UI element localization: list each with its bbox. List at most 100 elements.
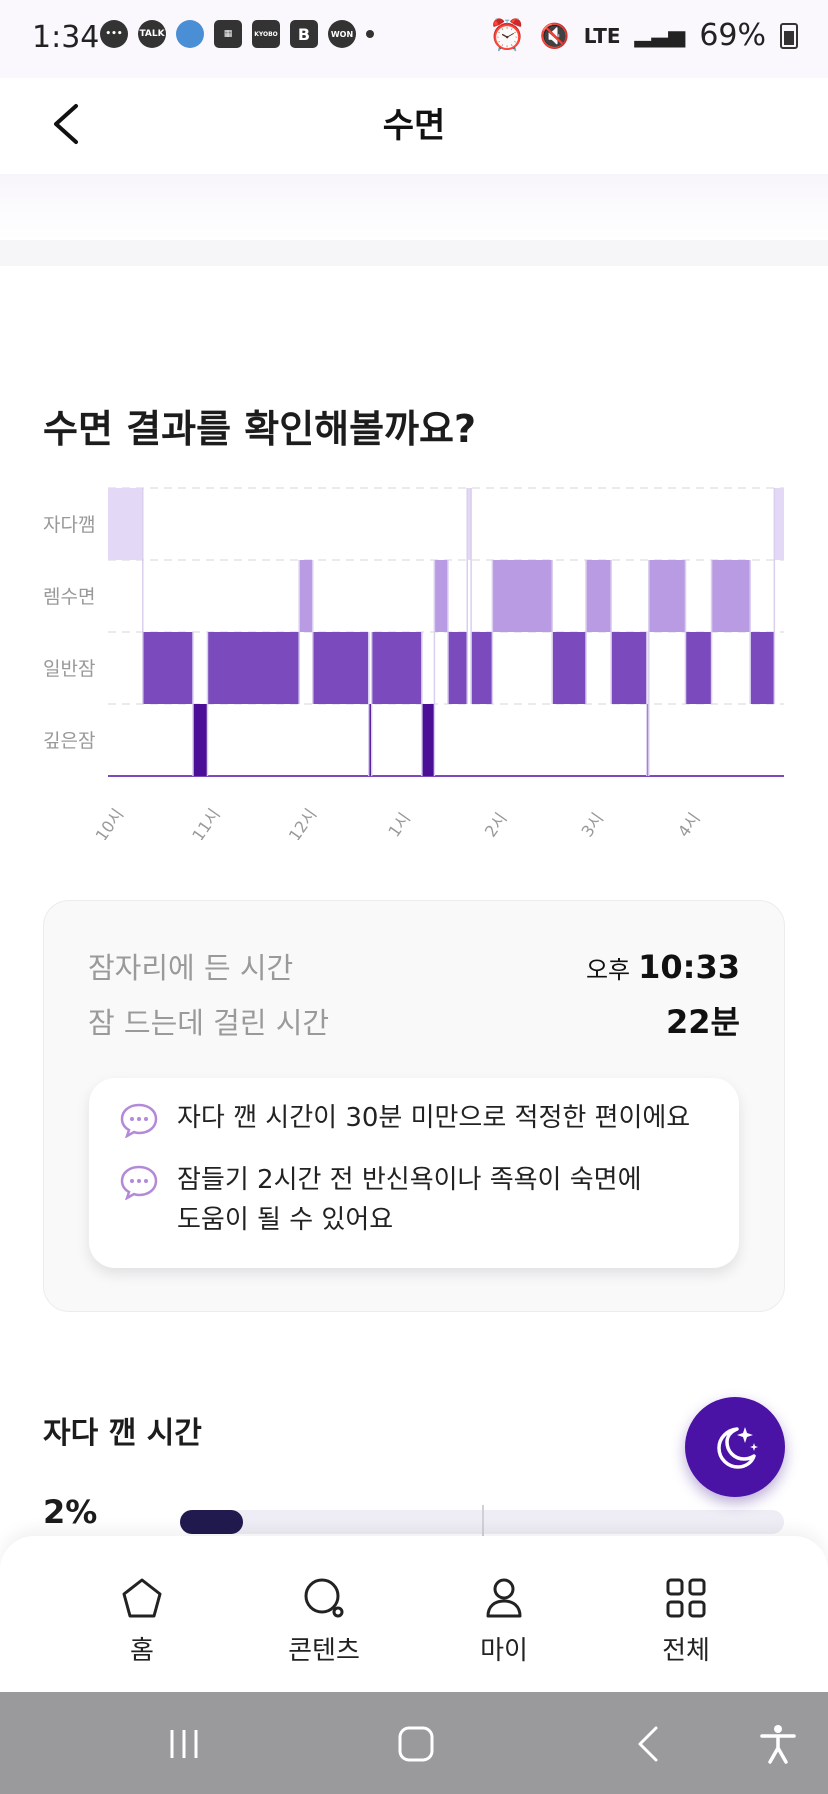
tip-text: 잠들기 2시간 전 반신욕이나 족욕이 숙면에 도움이 될 수 있어요 <box>177 1160 642 1240</box>
home-icon <box>122 1578 162 1618</box>
x-axis-tick-label: 3시 <box>577 809 607 840</box>
stage-bar <box>192 704 208 776</box>
y-axis-label: 일반잠 <box>43 658 95 680</box>
y-axis-label: 렘수면 <box>43 586 95 608</box>
bedtime-row: 잠자리에 든 시간 오후 10:33 <box>88 945 740 987</box>
sleep-result-title: 수면 결과를 확인해볼까요? <box>43 407 477 451</box>
stage-bar <box>371 632 422 704</box>
stage-bar <box>447 632 468 704</box>
tip-item: 잠들기 2시간 전 반신욕이나 족욕이 숙면에 도움이 될 수 있어요 <box>119 1160 709 1240</box>
speech-bubble-icon <box>120 1165 158 1200</box>
bottom-navigation: 홈 콘텐츠 마이 전체 <box>0 1536 828 1692</box>
speech-bubble-icon <box>120 1103 158 1138</box>
stage-bar <box>774 488 784 560</box>
y-axis-label: 자다깸 <box>43 514 95 536</box>
sleep-summary-card: 잠자리에 든 시간 오후 10:33 잠 드는데 걸린 시간 22분 자다 깬 시… <box>43 900 785 1312</box>
bedtime-ampm: 오후 <box>585 956 631 984</box>
stage-bar <box>711 560 751 632</box>
stage-bar <box>312 632 369 704</box>
awake-time-title: 자다 깬 시간 <box>43 1416 202 1451</box>
x-axis-tick-label: 11시 <box>188 805 224 840</box>
stage-bar <box>421 704 435 776</box>
home-button[interactable] <box>392 1720 440 1768</box>
alarm-icon: ⏰ <box>488 18 526 53</box>
battery-percent: 69% <box>699 18 766 53</box>
status-time: 1:34 <box>32 20 100 55</box>
nav-item-my[interactable]: 마이 <box>444 1576 564 1667</box>
news-icon: ▦ <box>214 20 242 48</box>
nav-item-home[interactable]: 홈 <box>82 1576 202 1667</box>
battery-icon <box>780 22 798 49</box>
stage-bar <box>586 560 612 632</box>
stage-bar <box>552 632 587 704</box>
kyobo-icon: KYOBO <box>252 20 280 48</box>
stage-bar <box>685 632 712 704</box>
tip-text: 자다 깬 시간이 30분 미만으로 적정한 편이에요 <box>177 1103 691 1133</box>
stage-bar <box>648 560 686 632</box>
home-square-icon <box>398 1726 434 1762</box>
accessibility-icon <box>760 1725 796 1764</box>
person-icon <box>486 1578 522 1618</box>
notification-icons: ••• TALK ▦ KYOBO B WON <box>100 20 374 48</box>
more-notifications-dot <box>366 30 374 38</box>
tip-text-line2: 도움이 될 수 있어요 <box>177 1205 394 1235</box>
latency-label: 잠 드는데 걸린 시간 <box>88 1006 330 1040</box>
system-navigation-bar <box>0 1692 828 1794</box>
nav-label: 마이 <box>480 1636 528 1666</box>
system-back-button[interactable] <box>624 1720 672 1768</box>
stage-bar <box>142 632 193 704</box>
page-title: 수면 <box>382 106 446 146</box>
mute-icon: 🔇 <box>539 21 570 50</box>
globe-icon <box>176 20 204 48</box>
recent-apps-icon <box>170 1730 198 1758</box>
section-divider <box>0 240 828 266</box>
stage-bar <box>471 632 493 704</box>
awake-percent: 2% <box>43 1493 98 1531</box>
x-axis-tick-label: 1시 <box>384 809 414 840</box>
sleep-stage-chart-svg: 자다깸렘수면일반잠깊은잠 10시 11시 12시 1시 2시 3시 4시 <box>43 487 784 840</box>
won-icon: WON <box>328 20 356 48</box>
status-bar: 1:34 ••• TALK ▦ KYOBO B WON ⏰ 🔇 LTE ▂▃▅ … <box>0 0 828 78</box>
x-axis-tick-label: 2시 <box>481 809 511 840</box>
nav-item-all[interactable]: 전체 <box>626 1576 746 1667</box>
app-header: 수면 <box>0 78 828 174</box>
network-label: LTE <box>583 23 621 48</box>
latency-value: 22분 <box>666 1003 740 1041</box>
nav-label: 콘텐츠 <box>288 1636 360 1666</box>
stage-bar <box>108 488 143 560</box>
awake-progress-fill <box>180 1510 244 1534</box>
stage-bar <box>299 560 313 632</box>
recent-apps-button[interactable] <box>160 1720 208 1768</box>
sleep-tips-box: 자다 깬 시간이 30분 미만으로 적정한 편이에요 잠들기 2시간 전 반신욕… <box>89 1078 739 1268</box>
bedtime-label: 잠자리에 든 시간 <box>88 951 294 985</box>
sleep-mode-fab[interactable] <box>685 1397 785 1497</box>
x-axis-tick-label: 12시 <box>285 805 321 840</box>
chat-icon: ••• <box>100 20 128 48</box>
latency-row: 잠 드는데 걸린 시간 22분 <box>88 997 740 1043</box>
b-icon: B <box>290 20 318 48</box>
accessibility-button[interactable] <box>754 1720 802 1768</box>
y-axis-label: 깊은잠 <box>43 730 95 752</box>
stage-bar <box>434 560 448 632</box>
system-status: ⏰ 🔇 LTE ▂▃▅ 69% <box>489 18 798 53</box>
nav-label: 전체 <box>662 1636 710 1666</box>
tip-text-line1: 잠들기 2시간 전 반신욕이나 족욕이 숙면에 <box>177 1165 642 1195</box>
signal-icon: ▂▃▅ <box>634 23 686 48</box>
talk-icon: TALK <box>138 20 166 48</box>
header-shadow <box>0 174 828 240</box>
awake-reference-marker <box>482 1505 484 1539</box>
content-search-icon <box>304 1578 344 1618</box>
stage-bar <box>207 632 300 704</box>
bedtime-value: 오후 10:33 <box>586 948 740 986</box>
nav-label: 홈 <box>130 1636 154 1666</box>
grid-icon <box>666 1578 706 1618</box>
chevron-left-icon <box>638 1726 658 1762</box>
sleep-stage-chart: 자다깸 렘수면 일반잠 깊은잠 10시 11시 12시 1시 2시 3시 4시 <box>0 470 828 840</box>
bedtime-time: 10:33 <box>638 948 740 986</box>
stage-bar <box>492 560 553 632</box>
nav-item-content[interactable]: 콘텐츠 <box>264 1576 384 1667</box>
stage-bar <box>750 632 775 704</box>
stage-bar <box>611 632 647 704</box>
x-axis-tick-label: 10시 <box>92 805 128 840</box>
tip-item: 자다 깬 시간이 30분 미만으로 적정한 편이에요 <box>119 1098 709 1138</box>
